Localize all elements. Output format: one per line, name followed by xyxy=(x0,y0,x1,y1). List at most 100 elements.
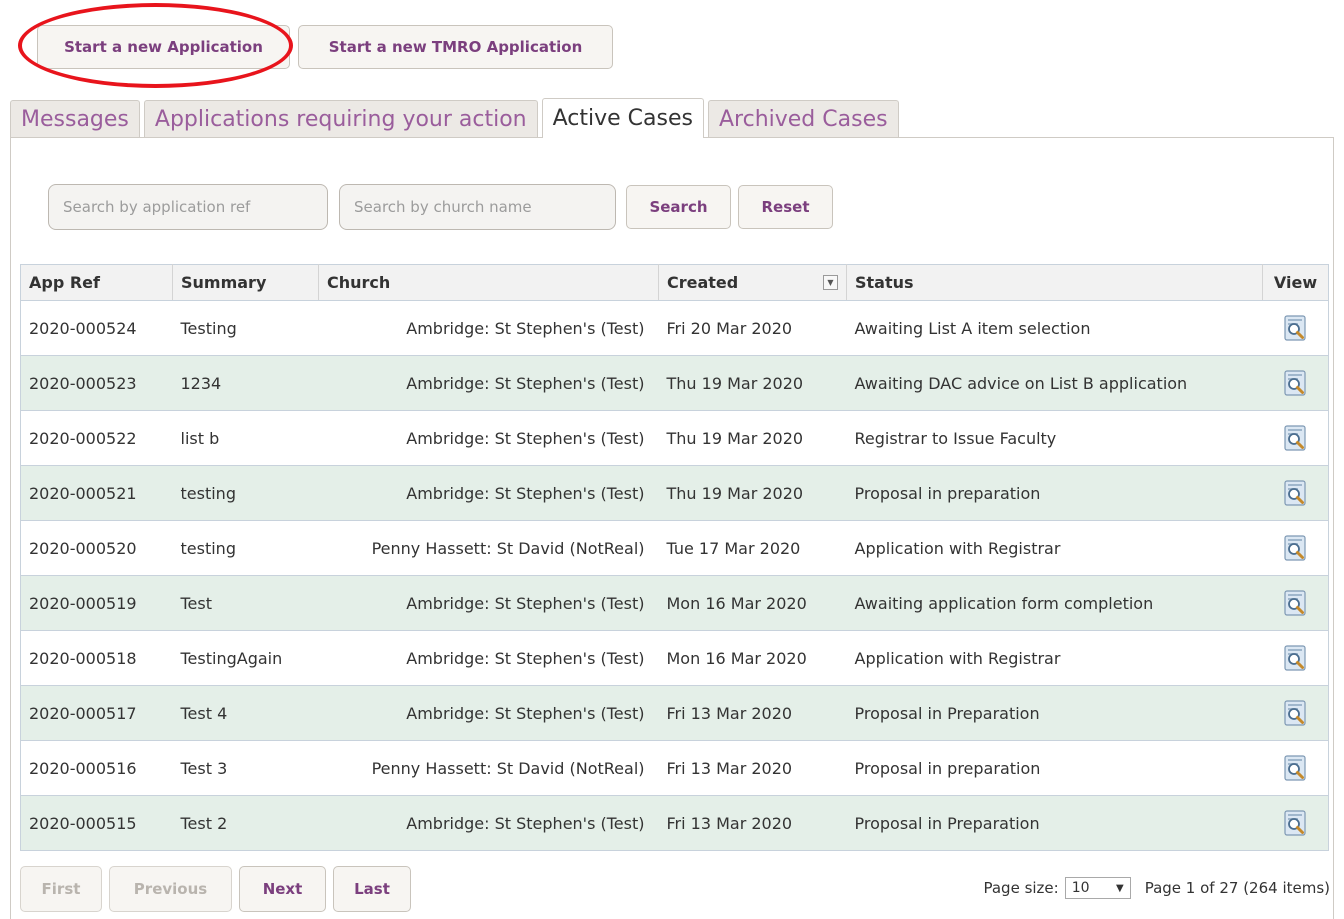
column-header-status[interactable]: Status xyxy=(846,264,1263,301)
column-header-summary[interactable]: Summary xyxy=(172,264,319,301)
row-church: Ambridge: St Stephen's (Test) xyxy=(318,630,659,686)
pager-next-button[interactable]: Next xyxy=(239,866,326,912)
column-header-app-ref[interactable]: App Ref xyxy=(20,264,173,301)
pager-previous-button[interactable]: Previous xyxy=(109,866,232,912)
row-status: Proposal in preparation xyxy=(846,465,1263,521)
row-app-ref: 2020-000522 xyxy=(20,410,173,466)
pager-first-button[interactable]: First xyxy=(20,866,102,912)
chevron-down-icon: ▼ xyxy=(1116,882,1124,894)
row-app-ref: 2020-000520 xyxy=(20,520,173,576)
row-status: Proposal in preparation xyxy=(846,740,1263,796)
row-view-cell xyxy=(1262,520,1329,576)
column-header-church[interactable]: Church xyxy=(318,264,659,301)
row-view-cell xyxy=(1262,355,1329,411)
pager-info: Page size: 10 ▼ Page 1 of 27 (264 items) xyxy=(983,877,1330,899)
row-created: Fri 13 Mar 2020 xyxy=(658,685,847,741)
row-status: Application with Registrar xyxy=(846,520,1263,576)
table-row[interactable]: 2020-000519 Test Ambridge: St Stephen's (T… xyxy=(20,575,1329,631)
row-view-cell xyxy=(1262,630,1329,686)
column-header-view: View xyxy=(1262,264,1329,301)
row-created: Thu 19 Mar 2020 xyxy=(658,355,847,411)
view-magnifier-icon[interactable] xyxy=(1283,480,1307,506)
row-church: Ambridge: St Stephen's (Test) xyxy=(318,410,659,466)
table-row[interactable]: 2020-000517 Test 4 Ambridge: St Stephen's … xyxy=(20,685,1329,741)
reset-button[interactable]: Reset xyxy=(738,185,833,229)
table-row[interactable]: 2020-000521 testing Ambridge: St Stephen's… xyxy=(20,465,1329,521)
row-created: Mon 16 Mar 2020 xyxy=(658,630,847,686)
pager-last-button[interactable]: Last xyxy=(333,866,411,912)
page-size-value: 10 xyxy=(1071,880,1090,896)
row-view-cell xyxy=(1262,740,1329,796)
table-body: 2020-000524 Testing Ambridge: St Stephen's… xyxy=(20,300,1329,851)
tab-archived-cases[interactable]: Archived Cases xyxy=(707,100,899,138)
table-row[interactable]: 2020-000523 1234 Ambridge: St Stephen's (T… xyxy=(20,355,1329,411)
row-church: Ambridge: St Stephen's (Test) xyxy=(318,465,659,521)
row-summary: Test 2 xyxy=(172,795,319,851)
row-summary: Testing xyxy=(172,300,319,356)
tab-active-cases[interactable]: Active Cases xyxy=(541,98,704,138)
view-magnifier-icon[interactable] xyxy=(1283,810,1307,836)
row-app-ref: 2020-000517 xyxy=(20,685,173,741)
tab-applications-requiring-action[interactable]: Applications requiring your action xyxy=(143,100,538,138)
view-magnifier-icon[interactable] xyxy=(1283,700,1307,726)
start-new-application-button[interactable]: Start a new Application xyxy=(37,25,290,69)
row-app-ref: 2020-000516 xyxy=(20,740,173,796)
view-magnifier-icon[interactable] xyxy=(1283,315,1307,341)
table-row[interactable]: 2020-000515 Test 2 Ambridge: St Stephen's … xyxy=(20,795,1329,851)
row-app-ref: 2020-000519 xyxy=(20,575,173,631)
row-created: Fri 13 Mar 2020 xyxy=(658,740,847,796)
row-view-cell xyxy=(1262,465,1329,521)
row-summary: testing xyxy=(172,520,319,576)
row-summary: 1234 xyxy=(172,355,319,411)
row-summary: Test 4 xyxy=(172,685,319,741)
row-created: Thu 19 Mar 2020 xyxy=(658,465,847,521)
row-status: Proposal in Preparation xyxy=(846,685,1263,741)
view-magnifier-icon[interactable] xyxy=(1283,370,1307,396)
row-app-ref: 2020-000515 xyxy=(20,795,173,851)
row-summary: TestingAgain xyxy=(172,630,319,686)
active-cases-table: App Ref Summary Church Created ▼ Status … xyxy=(20,264,1329,851)
row-created: Fri 20 Mar 2020 xyxy=(658,300,847,356)
view-magnifier-icon[interactable] xyxy=(1283,590,1307,616)
page-size-select[interactable]: 10 ▼ xyxy=(1064,877,1131,899)
row-app-ref: 2020-000524 xyxy=(20,300,173,356)
row-church: Ambridge: St Stephen's (Test) xyxy=(318,685,659,741)
sort-dropdown-icon[interactable]: ▼ xyxy=(823,275,838,290)
table-row[interactable]: 2020-000522 list b Ambridge: St Stephen's … xyxy=(20,410,1329,466)
table-row[interactable]: 2020-000520 testing Penny Hassett: St Davi… xyxy=(20,520,1329,576)
row-view-cell xyxy=(1262,685,1329,741)
row-view-cell xyxy=(1262,795,1329,851)
row-church: Ambridge: St Stephen's (Test) xyxy=(318,300,659,356)
page-count-text: Page 1 of 27 (264 items) xyxy=(1144,879,1330,897)
app-ref-search-input[interactable] xyxy=(48,184,328,230)
church-search-input[interactable] xyxy=(339,184,616,230)
row-summary: Test 3 xyxy=(172,740,319,796)
view-magnifier-icon[interactable] xyxy=(1283,755,1307,781)
row-church: Penny Hassett: St David (NotReal) xyxy=(318,740,659,796)
row-created: Mon 16 Mar 2020 xyxy=(658,575,847,631)
view-magnifier-icon[interactable] xyxy=(1283,425,1307,451)
search-button[interactable]: Search xyxy=(626,185,731,229)
table-row[interactable]: 2020-000518 TestingAgain Ambridge: St Step… xyxy=(20,630,1329,686)
case-tabs: Messages Applications requiring your act… xyxy=(10,98,903,138)
row-created: Fri 13 Mar 2020 xyxy=(658,795,847,851)
column-header-created[interactable]: Created ▼ xyxy=(658,264,847,301)
tab-messages[interactable]: Messages xyxy=(10,100,140,138)
row-status: Awaiting DAC advice on List B applicatio… xyxy=(846,355,1263,411)
row-status: Awaiting application form completion xyxy=(846,575,1263,631)
row-view-cell xyxy=(1262,300,1329,356)
page-size-label: Page size: xyxy=(983,879,1059,897)
start-new-tmro-application-button[interactable]: Start a new TMRO Application xyxy=(298,25,613,69)
view-magnifier-icon[interactable] xyxy=(1283,535,1307,561)
row-church: Penny Hassett: St David (NotReal) xyxy=(318,520,659,576)
row-created: Tue 17 Mar 2020 xyxy=(658,520,847,576)
row-status: Registrar to Issue Faculty xyxy=(846,410,1263,466)
row-app-ref: 2020-000521 xyxy=(20,465,173,521)
table-row[interactable]: 2020-000524 Testing Ambridge: St Stephen's… xyxy=(20,300,1329,356)
row-app-ref: 2020-000523 xyxy=(20,355,173,411)
row-view-cell xyxy=(1262,575,1329,631)
view-magnifier-icon[interactable] xyxy=(1283,645,1307,671)
row-summary: Test xyxy=(172,575,319,631)
table-row[interactable]: 2020-000516 Test 3 Penny Hassett: St David… xyxy=(20,740,1329,796)
row-church: Ambridge: St Stephen's (Test) xyxy=(318,355,659,411)
